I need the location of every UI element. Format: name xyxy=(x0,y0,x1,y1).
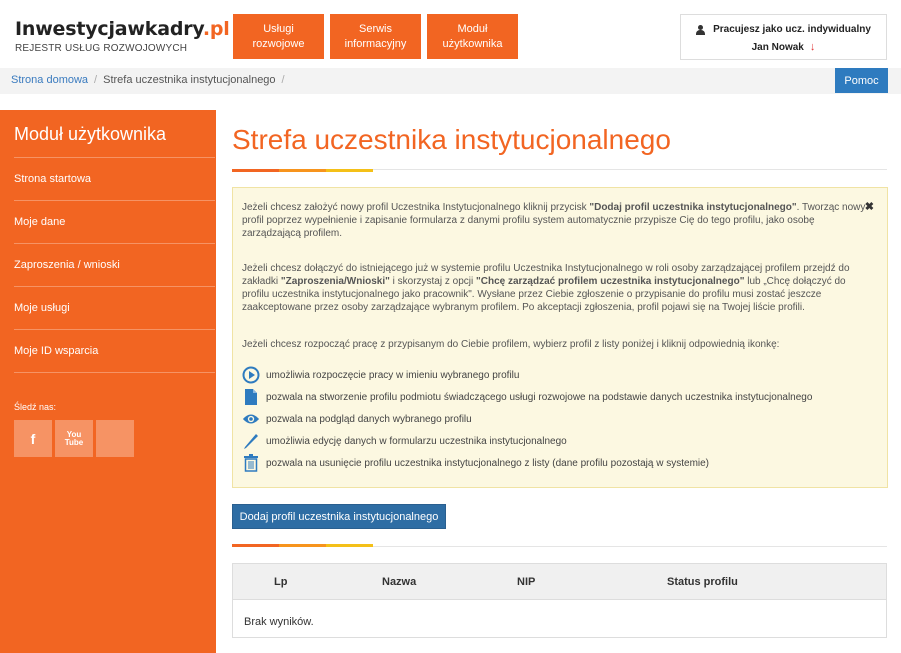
nav-modul-uzytkownika[interactable]: Moduł użytkownika xyxy=(427,14,518,59)
eye-icon xyxy=(242,409,260,429)
logo-subtitle: REJESTR USŁUG ROZWOJOWYCH xyxy=(15,43,188,54)
table-header: Lp Nazwa NIP Status profilu xyxy=(233,564,886,600)
help-button[interactable]: Pomoc xyxy=(835,68,888,93)
info-paragraph-3: Jeżeli chcesz rozpocząć pracę z przypisa… xyxy=(242,339,780,350)
accent-bar xyxy=(232,544,373,547)
youtube-button[interactable]: You Tube xyxy=(55,420,93,457)
arrow-down-icon: ↓ xyxy=(809,41,816,53)
add-profile-button[interactable]: Dodaj profil uczestnika instytucjonalneg… xyxy=(232,504,446,529)
top-navigation: Usługi rozwojowe Serwis informacyjny Moduł… xyxy=(233,14,518,59)
breadcrumb: Strona domowa / Strefa uczestnika instyt… xyxy=(11,74,285,86)
sidebar-title: Moduł użytkownika xyxy=(14,124,167,144)
facebook-icon: f xyxy=(30,430,36,447)
user-icon xyxy=(696,24,706,35)
nav-serwis-informacyjny[interactable]: Serwis informacyjny xyxy=(330,14,421,59)
logo-text: Inwestycjawkadry.pl xyxy=(15,18,230,40)
legend-item: pozwala na usunięcie profilu uczestnika … xyxy=(242,453,709,473)
divider xyxy=(14,243,215,244)
legend-item: umożliwia rozpoczęcie pracy w imieniu wy… xyxy=(242,365,519,385)
sidebar-item-strona-startowa[interactable]: Strona startowa xyxy=(14,173,91,185)
youtube-icon: You Tube xyxy=(64,429,84,447)
sidebar-item-moje-dane[interactable]: Moje dane xyxy=(14,216,65,228)
breadcrumb-bar: Strona domowa / Strefa uczestnika instyt… xyxy=(0,68,901,94)
info-box: ✖ Jeżeli chcesz założyć nowy profil Ucze… xyxy=(232,187,888,488)
legend-item: umożliwia edycję danych w formularzu ucz… xyxy=(242,431,567,451)
legend-item: pozwala na podgląd danych wybranego prof… xyxy=(242,409,472,429)
column-header-nazwa[interactable]: Nazwa xyxy=(382,576,416,588)
column-header-status[interactable]: Status profilu xyxy=(667,576,738,588)
sidebar: Moduł użytkownika Strona startowa Moje d… xyxy=(0,110,216,653)
follow-label: Śledź nas: xyxy=(14,402,57,412)
column-header-nip[interactable]: NIP xyxy=(517,576,535,588)
header: Inwestycjawkadry.pl REJESTR USŁUG ROZWOJ… xyxy=(0,0,901,68)
accent-bar xyxy=(232,169,373,172)
play-icon xyxy=(242,365,260,385)
legend-item: pozwala na stworzenie profilu podmiotu ś… xyxy=(242,387,812,407)
document-icon xyxy=(242,387,260,407)
sidebar-item-zaproszenia[interactable]: Zaproszenia / wnioski xyxy=(14,259,120,271)
info-paragraph-2: Jeżeli chcesz dołączyć do istniejącego j… xyxy=(242,263,850,313)
nav-uslugi-rozwojowe[interactable]: Usługi rozwojowe xyxy=(233,14,324,59)
breadcrumb-separator: / xyxy=(281,74,285,86)
trash-icon xyxy=(242,453,260,473)
breadcrumb-separator: / xyxy=(94,74,98,86)
divider xyxy=(14,286,215,287)
sidebar-item-moje-id-wsparcia[interactable]: Moje ID wsparcia xyxy=(14,345,98,357)
logo[interactable]: Inwestycjawkadry.pl REJESTR USŁUG ROZWOJ… xyxy=(15,18,230,54)
user-menu[interactable]: Pracujesz jako ucz. indywidualny Jan Now… xyxy=(680,14,887,60)
info-paragraph-1: Jeżeli chcesz założyć nowy profil Uczest… xyxy=(242,202,866,239)
divider xyxy=(14,372,215,373)
page-title: Strefa uczestnika instytucjonalnego xyxy=(232,124,671,155)
empty-state: Brak wyników. xyxy=(244,616,314,628)
pencil-icon xyxy=(242,431,260,451)
user-role: Pracujesz jako ucz. indywidualny xyxy=(713,24,871,35)
column-header-lp[interactable]: Lp xyxy=(274,576,287,588)
sidebar-item-moje-uslugi[interactable]: Moje usługi xyxy=(14,302,70,314)
breadcrumb-current: Strefa uczestnika instytucjonalnego xyxy=(103,74,276,86)
divider xyxy=(14,200,215,201)
user-name: Jan Nowak xyxy=(751,41,804,53)
breadcrumb-home[interactable]: Strona domowa xyxy=(11,74,88,86)
divider xyxy=(14,329,215,330)
divider xyxy=(14,157,215,158)
profiles-table: Lp Nazwa NIP Status profilu Brak wyników… xyxy=(232,563,887,638)
facebook-button[interactable]: f xyxy=(14,420,52,457)
social-button[interactable] xyxy=(96,420,134,457)
